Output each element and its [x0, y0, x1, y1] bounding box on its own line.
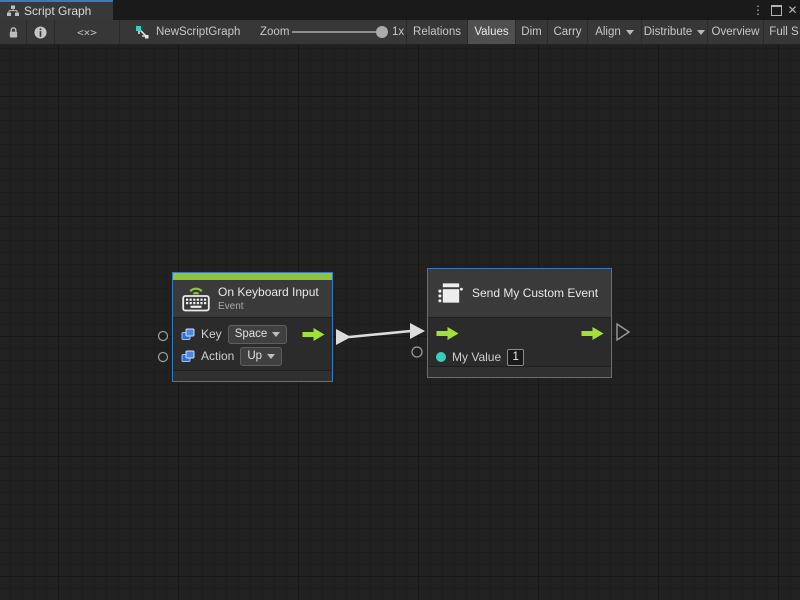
code-brackets-icon: <×> [77, 26, 97, 39]
my-value-input[interactable]: 1 [507, 349, 524, 366]
toolbar-button-carry[interactable]: Carry [548, 20, 588, 44]
graph-toolbar: <×> NewScriptGraph Zoom 1x Relations Val… [0, 20, 800, 45]
code-toggle-button[interactable]: <×> [55, 20, 120, 44]
button-label: Relations [413, 26, 461, 38]
keyboard-event-icon [182, 285, 210, 312]
window-maximize-button[interactable] [768, 0, 784, 20]
zoom-label: Zoom [260, 20, 289, 44]
button-label: Dim [521, 26, 541, 38]
button-label: Values [474, 26, 508, 38]
lock-button[interactable] [0, 20, 27, 44]
key-dropdown[interactable]: Space [228, 325, 288, 344]
graph-hierarchy-icon [7, 5, 19, 17]
tab-script-graph[interactable]: Script Graph [0, 0, 113, 20]
node-header[interactable]: Send My Custom Event [428, 269, 611, 318]
action-dropdown[interactable]: Up [240, 347, 282, 366]
zoom-slider-handle[interactable] [376, 26, 388, 38]
close-icon: ✕ [787, 3, 797, 17]
node-on-keyboard-input[interactable]: On Keyboard Input Event Key Space [172, 272, 333, 382]
info-button[interactable] [27, 20, 55, 44]
toolbar-button-overview[interactable]: Overview [708, 20, 764, 44]
node-header[interactable]: On Keyboard Input Event [173, 280, 332, 318]
my-value-outer-port[interactable] [412, 347, 422, 357]
wire-arrowhead-icon [410, 323, 425, 339]
node-send-my-custom-event[interactable]: Send My Custom Event My Value 1 [427, 268, 612, 378]
toolbar-button-distribute[interactable]: Distribute [642, 20, 708, 44]
enum-literal-icon [181, 328, 195, 341]
flow-output-port[interactable] [581, 327, 604, 340]
value-text: 1 [512, 351, 518, 363]
trigger-output-port[interactable] [302, 328, 325, 341]
kebab-menu-icon: ⋮ [752, 3, 764, 17]
flow-input-port[interactable] [436, 327, 459, 340]
value-input-port[interactable] [436, 352, 446, 362]
node-title: Send My Custom Event [472, 286, 598, 300]
wire-start-triangle[interactable] [336, 329, 351, 345]
dropdown-value: Up [247, 350, 262, 362]
dropdown-caret-icon [626, 30, 634, 35]
lock-icon [8, 26, 19, 39]
window-close-button[interactable]: ✕ [785, 0, 800, 20]
dropdown-caret-icon [697, 30, 705, 35]
key-input-port[interactable] [159, 332, 168, 341]
enum-literal-icon [181, 350, 195, 363]
port-label: Key [201, 327, 222, 341]
script-graph-asset-icon [135, 25, 150, 39]
maximize-icon [771, 5, 782, 16]
node-title: On Keyboard Input [218, 285, 319, 299]
title-bar: Script Graph ⋮ ✕ [0, 0, 800, 20]
graph-asset[interactable]: NewScriptGraph [135, 20, 240, 44]
connection-wire[interactable] [349, 331, 411, 337]
graph-name: NewScriptGraph [156, 26, 240, 38]
button-label: Align [595, 26, 621, 38]
button-label: Carry [553, 26, 581, 38]
tab-label: Script Graph [24, 4, 91, 18]
info-icon [34, 26, 47, 39]
custom-event-icon [437, 280, 464, 307]
node-row-key: Key Space [173, 323, 332, 345]
button-label: Distribute [644, 26, 693, 38]
chevron-down-icon [267, 354, 275, 359]
toolbar-button-fullscreen[interactable]: Full S [764, 20, 800, 44]
node-footer [428, 366, 611, 377]
dropdown-value: Space [235, 328, 268, 340]
zoom-slider-track[interactable] [292, 31, 382, 33]
chevron-down-icon [272, 332, 280, 337]
event-color-bar [173, 273, 332, 280]
node-row-action: Action Up [173, 345, 332, 367]
toolbar-button-values[interactable]: Values [468, 20, 516, 44]
toolbar-button-align[interactable]: Align [588, 20, 642, 44]
port-label: Action [201, 349, 234, 363]
script-graph-window: Script Graph ⋮ ✕ <×> [0, 0, 800, 600]
zoom-value: 1x [392, 20, 404, 44]
window-menu-button[interactable]: ⋮ [750, 0, 766, 20]
node-row-flow [428, 321, 611, 345]
toolbar-button-dim[interactable]: Dim [516, 20, 548, 44]
node-subtitle: Event [218, 301, 319, 312]
button-label: Full S [769, 26, 798, 38]
connections-overlay [0, 45, 800, 600]
port-label: My Value [452, 350, 501, 364]
button-label: Overview [712, 26, 760, 38]
graph-canvas[interactable]: On Keyboard Input Event Key Space [0, 45, 800, 600]
flow-continue-port[interactable] [617, 324, 629, 340]
toolbar-button-relations[interactable]: Relations [407, 20, 468, 44]
action-input-port[interactable] [159, 353, 168, 362]
node-footer [173, 370, 332, 381]
